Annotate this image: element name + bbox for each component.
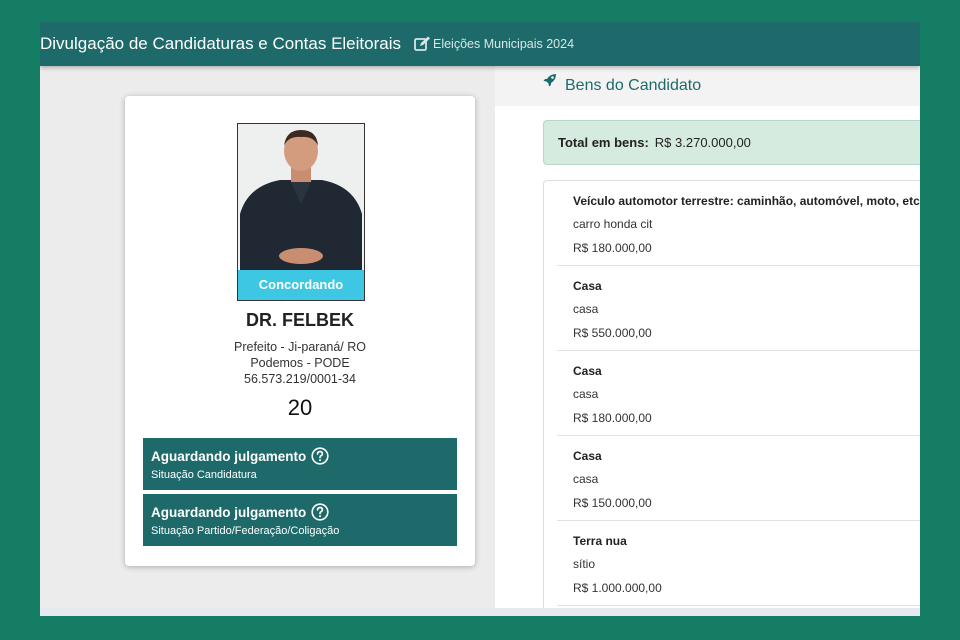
question-circle-icon[interactable] bbox=[311, 503, 329, 521]
photo-banner: Concordando bbox=[238, 270, 364, 300]
asset-description: carro honda cit bbox=[573, 217, 653, 231]
asset-value: R$ 180.000,00 bbox=[573, 411, 652, 425]
asset-value: R$ 180.000,00 bbox=[573, 241, 652, 255]
asset-description: casa bbox=[573, 302, 599, 316]
asset-value: R$ 1.000.000,00 bbox=[573, 581, 662, 595]
candidate-card: Concordando DR. FELBEK Prefeito - Ji-par… bbox=[125, 96, 475, 566]
asset-item: Veículo automotor terrestre: caminhão, a… bbox=[557, 181, 920, 266]
asset-item: Casa casa R$ 150.000,00 bbox=[557, 436, 920, 521]
candidate-photo: Concordando bbox=[237, 123, 365, 301]
asset-item: Terra nua sítio R$ 1.000.000,00 bbox=[557, 521, 920, 606]
asset-description: sítio bbox=[573, 557, 596, 571]
status-party-subtitle: Situação Partido/Federação/Coligação bbox=[151, 525, 340, 537]
status-candidacy-title: Aguardando julgamento bbox=[151, 448, 307, 464]
assets-panel: Bens do Candidato Total em bens: R$ 3.27… bbox=[495, 66, 920, 616]
top-navbar: Divulgação de Candidaturas e Contas Elei… bbox=[40, 22, 920, 66]
status-party-title: Aguardando julgamento bbox=[151, 504, 307, 520]
status-candidacy-title-row: Aguardando julgamento bbox=[151, 447, 449, 465]
asset-type: Terra nua bbox=[573, 534, 627, 548]
total-value: R$ 3.270.000,00 bbox=[654, 135, 751, 150]
rocket-icon bbox=[543, 74, 556, 87]
status-party: Aguardando julgamento Situação Partido/F… bbox=[143, 494, 457, 546]
asset-type: Veículo automotor terrestre: caminhão, a… bbox=[573, 194, 920, 208]
browser-frame: Divulgação de Candidaturas e Contas Elei… bbox=[40, 22, 920, 616]
asset-item: Casa casa R$ 180.000,00 bbox=[557, 351, 920, 436]
assets-list: Veículo automotor terrestre: caminhão, a… bbox=[543, 180, 920, 616]
status-candidacy-subtitle: Situação Candidatura bbox=[151, 469, 257, 481]
asset-value: R$ 550.000,00 bbox=[573, 326, 652, 340]
candidate-office: Prefeito - Ji-paraná/ RO bbox=[234, 340, 366, 354]
asset-type: Casa bbox=[573, 364, 602, 378]
asset-description: casa bbox=[573, 472, 599, 486]
edit-icon bbox=[414, 36, 430, 51]
asset-description: casa bbox=[573, 387, 599, 401]
status-party-title-row: Aguardando julgamento bbox=[151, 503, 449, 521]
status-candidacy: Aguardando julgamento Situação Candidatu… bbox=[143, 438, 457, 490]
candidate-party: Podemos - PODE bbox=[250, 356, 350, 370]
total-label: Total em bens: bbox=[558, 135, 649, 150]
asset-item: Casa casa R$ 550.000,00 bbox=[557, 266, 920, 351]
asset-type: Casa bbox=[573, 279, 602, 293]
candidate-name: DR. FELBEK bbox=[246, 310, 354, 330]
candidate-info: Prefeito - Ji-paraná/ RO Podemos - PODE … bbox=[125, 339, 475, 387]
assets-heading: Bens do Candidato bbox=[565, 77, 702, 94]
app-title[interactable]: Divulgação de Candidaturas e Contas Elei… bbox=[40, 34, 401, 54]
candidate-number: 20 bbox=[287, 395, 313, 420]
election-link[interactable]: Eleições Municipais 2024 bbox=[414, 36, 574, 52]
candidate-cnpj: 56.573.219/0001-34 bbox=[244, 372, 356, 386]
assets-header: Bens do Candidato bbox=[495, 66, 920, 106]
asset-value: R$ 150.000,00 bbox=[573, 496, 652, 510]
taskbar-strip bbox=[40, 608, 920, 616]
election-label: Eleições Municipais 2024 bbox=[432, 37, 575, 51]
asset-type: Casa bbox=[573, 449, 602, 463]
assets-total: Total em bens: R$ 3.270.000,00 bbox=[543, 120, 920, 165]
question-circle-icon[interactable] bbox=[311, 447, 329, 465]
